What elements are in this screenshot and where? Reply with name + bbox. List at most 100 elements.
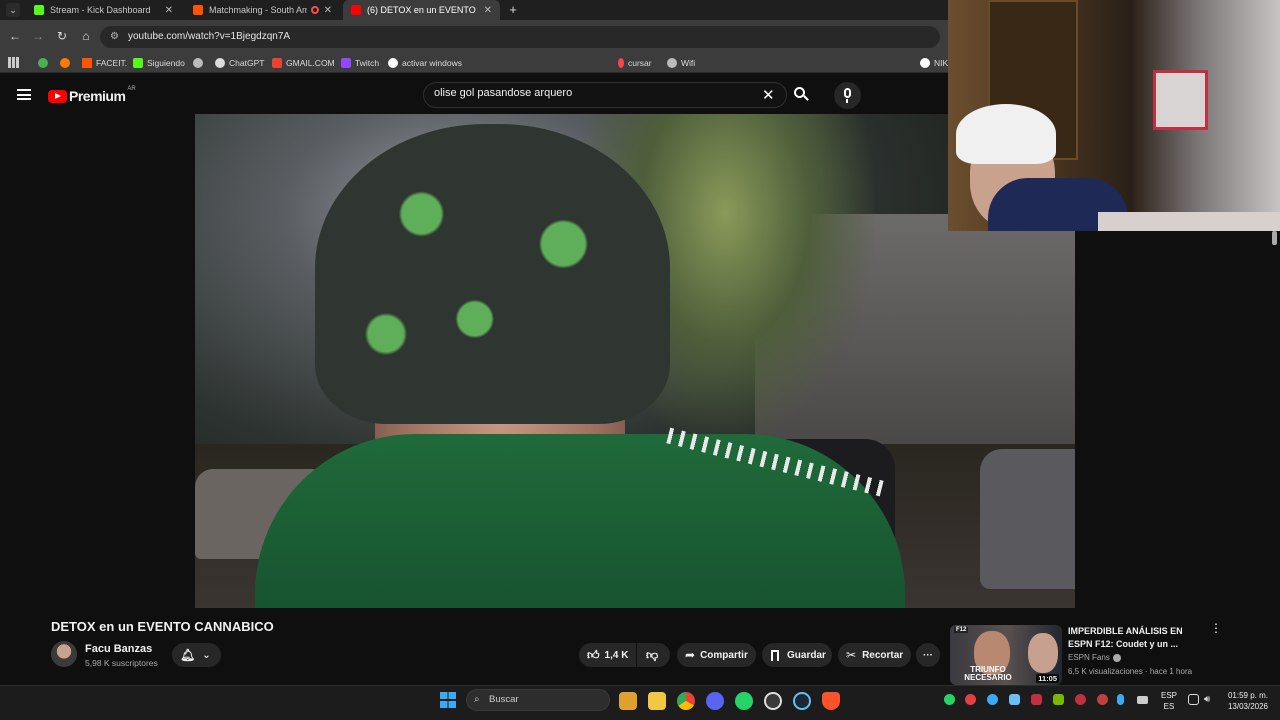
tab-youtube[interactable]: (6) DETOX en un EVENTO C ✕ (343, 0, 500, 20)
share-label: Compartir (700, 649, 748, 661)
chrome-icon[interactable] (677, 692, 695, 710)
whatsapp-tray-icon[interactable] (944, 694, 955, 705)
close-icon[interactable]: ✕ (165, 5, 173, 16)
clock[interactable]: 01:59 p. m. 13/03/2026 (1222, 690, 1268, 712)
bookmark-extension[interactable] (38, 56, 52, 70)
tab-title: Matchmaking - South Ame (209, 5, 307, 15)
chevron-down-icon: ⌄ (202, 649, 211, 661)
bookmark-label: GMAIL.COM (286, 58, 335, 68)
bookmark-orange[interactable] (60, 56, 74, 70)
bookmark-faceit[interactable]: FACEIT. (82, 56, 127, 70)
search-input[interactable]: olise gol pasandose arquero (434, 87, 572, 99)
address-bar[interactable]: ⚙ youtube.com/watch?v=1Bjegdzqn7A (100, 26, 940, 48)
page-scrollbar[interactable] (1272, 231, 1277, 245)
search-icon: ⌕ (474, 694, 480, 705)
reload-icon[interactable]: ↻ (54, 28, 70, 44)
recommended-thumbnail[interactable]: F12 TRIUNFO NECESARIO 11:05 (950, 625, 1062, 685)
menu-hamburger-icon[interactable] (17, 89, 31, 100)
start-windows-icon[interactable] (440, 692, 456, 708)
wifi-icon (667, 58, 677, 68)
home-icon[interactable]: ⌂ (78, 28, 94, 44)
more-actions-button[interactable]: ··· (916, 643, 940, 667)
discord-icon[interactable] (706, 692, 724, 710)
bookmark-twitch[interactable]: Twitch (341, 56, 379, 70)
brave-icon[interactable] (822, 692, 840, 710)
bookmark-gmail[interactable]: GMAIL.COM (272, 56, 335, 70)
thumbnail-text: TRIUNFO NECESARIO (964, 665, 1012, 682)
scissors-icon: ✂ (846, 648, 857, 662)
clip-button[interactable]: ✂ Recortar (838, 643, 911, 667)
bookmark-label: cursar (628, 58, 652, 68)
kick-icon (133, 58, 143, 68)
back-arrow-icon[interactable]: ← (7, 28, 23, 44)
keyboard-tray-icon[interactable] (1137, 696, 1148, 704)
bookmark-icon (771, 649, 779, 661)
youtube-logo[interactable]: Premium AR (48, 86, 136, 105)
language-indicator[interactable]: ESP ES (1161, 690, 1177, 712)
youtube-logo-text: Premium (69, 88, 126, 104)
github-icon (388, 58, 398, 68)
bookmark-nik[interactable]: NIK (920, 56, 948, 70)
bell-icon: 🔔︎ (180, 648, 196, 662)
video-title: DETOX en un EVENTO CANNABICO (51, 619, 274, 634)
tab-title: Stream - Kick Dashboard (50, 5, 151, 15)
nvidia-tray-icon[interactable] (1053, 694, 1064, 705)
whatsapp-icon[interactable] (735, 692, 753, 710)
channel-name: ESPN Fans (1068, 653, 1110, 662)
recommended-title[interactable]: IMPERDIBLE ANÁLISIS EN ESPN F12: Coudet … (1068, 625, 1208, 651)
video-player[interactable] (195, 114, 1075, 608)
tab-faceit[interactable]: Matchmaking - South Ame ✕ (185, 0, 340, 20)
thumbnail-person-right (1028, 633, 1058, 673)
bookmark-siguiendo[interactable]: Siguiendo (133, 56, 185, 70)
app-tray-icon[interactable] (1031, 694, 1042, 705)
bookmark-wifi[interactable]: Wifi (667, 56, 695, 70)
recommended-more-icon[interactable]: ⋮ (1210, 622, 1222, 634)
tab-kick[interactable]: Stream - Kick Dashboard ✕ (26, 0, 181, 20)
voice-search-icon[interactable] (834, 82, 861, 109)
taskbar-search[interactable]: ⌕ Buscar (466, 689, 610, 711)
app-tray-icon[interactable] (1009, 694, 1020, 705)
recommended-channel[interactable]: ESPN Fans (1068, 653, 1121, 662)
tab-search-chevron-icon[interactable]: ⌄ (6, 3, 20, 17)
save-button[interactable]: Guardar (762, 643, 832, 667)
new-tab-button[interactable]: + (506, 2, 520, 18)
channel-name[interactable]: Facu Banzas (85, 643, 152, 655)
bluetooth-tray-icon[interactable] (987, 694, 998, 705)
bookmark-label: Wifi (681, 58, 696, 68)
apps-grid-icon[interactable] (8, 57, 19, 68)
language-bottom: ES (1163, 702, 1175, 711)
site-info-icon[interactable]: ⚙ (110, 26, 119, 48)
share-button[interactable]: ➦ Compartir (677, 643, 756, 667)
bookmark-chatgpt[interactable]: ChatGPT (215, 56, 264, 70)
bookmark-chatgpt-small[interactable] (193, 56, 207, 70)
volume-icon[interactable]: 🔊︎ (1204, 694, 1215, 705)
channel-avatar[interactable] (51, 641, 77, 667)
app-tray-icon[interactable] (965, 694, 976, 705)
obs-icon[interactable] (764, 692, 782, 710)
dislike-button[interactable]: 👎︎ (637, 643, 670, 667)
bookmark-activar-windows[interactable]: activar windows (388, 56, 462, 70)
close-icon[interactable]: ✕ (324, 5, 332, 16)
like-button[interactable]: 👍︎ 1,4 K (579, 643, 636, 667)
twitch-icon (341, 58, 351, 68)
kick-favicon-icon (34, 5, 44, 15)
app-tray-icon[interactable] (1097, 694, 1108, 705)
microphone-tray-icon[interactable] (1117, 694, 1124, 705)
notifications-button[interactable]: 🔔︎ ⌄ (172, 643, 221, 667)
forward-arrow-icon[interactable]: → (30, 28, 46, 44)
app-tray-icon[interactable] (1075, 694, 1086, 705)
close-icon[interactable]: ✕ (484, 5, 492, 16)
recommended-meta: 6,5 K visualizaciones · hace 1 hora (1068, 667, 1193, 676)
clear-search-icon[interactable]: ✕ (762, 86, 775, 104)
youtube-favicon-icon (351, 5, 361, 15)
file-explorer-icon[interactable] (648, 692, 666, 710)
clock-time: 01:59 p. m. (1227, 691, 1268, 700)
store-icon[interactable] (619, 692, 637, 710)
more-horizontal-icon: ··· (923, 649, 933, 661)
bookmark-cursar[interactable]: cursar (618, 56, 652, 70)
search-icon[interactable] (794, 87, 809, 102)
network-icon[interactable] (1188, 694, 1199, 705)
webcam-overlay (948, 0, 1280, 231)
steam-icon[interactable] (793, 692, 811, 710)
youtube-play-icon (48, 89, 67, 103)
